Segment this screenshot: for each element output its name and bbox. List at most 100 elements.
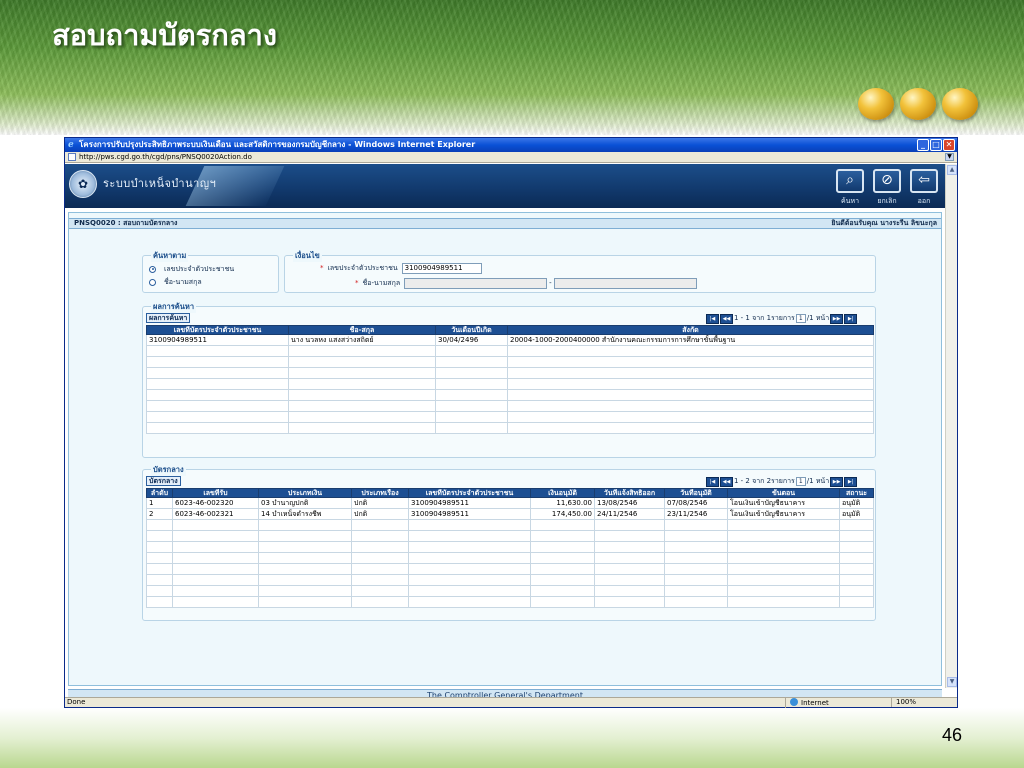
exit-button[interactable]: ⇦ (910, 169, 938, 193)
table-cell (727, 596, 840, 608)
table-cell (594, 541, 665, 553)
empty-table-row (146, 411, 874, 423)
table-cell (351, 596, 409, 608)
column-header[interactable]: ประเภทเรื่อง (351, 488, 409, 498)
id-row: * เลขประจำตัวประชาชน (320, 262, 482, 274)
next-page-button[interactable]: ▶▶ (830, 476, 844, 487)
table-cell (530, 552, 595, 564)
vertical-scrollbar[interactable]: ▲ ▼ (945, 164, 957, 688)
scroll-down-icon[interactable]: ▼ (947, 677, 957, 687)
table-cell (258, 574, 352, 586)
column-header[interactable]: วันเดือนปีเกิด (435, 325, 508, 335)
search-by-id-option[interactable]: เลขประจำตัวประชาชน (149, 264, 234, 274)
table-cell (351, 585, 409, 597)
table-cell (146, 367, 289, 379)
table-cell (408, 519, 531, 531)
cards-tab[interactable]: บัตรกลาง (146, 476, 181, 486)
column-header[interactable]: เลขที่บัตรประจำตัวประชาชน (408, 488, 531, 498)
prev-page-button[interactable]: ◀◀ (720, 476, 733, 487)
orb-icon (858, 88, 894, 120)
table-cell: 3100904989511 (408, 497, 531, 509)
chevron-down-icon[interactable]: ▼ (945, 153, 954, 161)
table-cell (435, 356, 508, 368)
table-row[interactable]: 2 6023-46-002321 14 บำเหน็จดำรงชีพ ปกติ 3100… (146, 508, 874, 520)
table-cell (258, 519, 352, 531)
cards-page-input[interactable]: 1 (795, 477, 806, 486)
results-page-input[interactable]: 1 (795, 314, 806, 323)
table-cell (594, 596, 665, 608)
empty-table-row (146, 389, 874, 401)
slide-page-number: 46 (941, 725, 962, 745)
results-pager-text: 1 - 1 จาก 1รายการ (734, 314, 795, 322)
table-cell (530, 541, 595, 553)
table-cell: 11,630.00 (530, 497, 595, 509)
column-header[interactable]: เงินอนุมัติ (530, 488, 595, 498)
table-cell (839, 552, 874, 564)
table-cell (664, 596, 728, 608)
table-cell (664, 530, 728, 542)
column-header[interactable]: ลำดับ (146, 488, 173, 498)
radio-name[interactable] (149, 278, 156, 286)
table-cell: 03 บำนาญปกติ (258, 497, 352, 509)
maximize-button[interactable]: □ (930, 139, 942, 151)
close-button[interactable]: ✕ (943, 139, 955, 151)
column-header[interactable]: เลขที่รับ (172, 488, 259, 498)
column-header[interactable]: ชื่อ-สกุล (288, 325, 436, 335)
column-header[interactable]: สถานะ (839, 488, 874, 498)
table-cell (594, 563, 665, 575)
table-cell: ปกติ (351, 497, 409, 509)
citizen-id-input[interactable] (401, 262, 482, 274)
prev-page-button[interactable]: ◀◀ (720, 313, 733, 324)
table-cell (408, 574, 531, 586)
column-header[interactable]: สังกัด (507, 325, 874, 335)
radio-id[interactable] (149, 265, 156, 273)
address-url[interactable]: http://pws.cgd.go.th/cgd/pns/PNSQ0020Act… (79, 153, 252, 161)
table-cell (408, 596, 531, 608)
column-header[interactable]: วันที่แจ้งสิทธิออก (594, 488, 665, 498)
empty-table-row (146, 400, 874, 412)
cancel-button[interactable]: ⊘ (873, 169, 901, 193)
table-row[interactable]: 1 6023-46-002320 03 บำนาญปกติ ปกติ 310090498… (146, 497, 874, 509)
table-cell (146, 345, 289, 357)
cards-fieldset: บัตรกลาง บัตรกลาง |◀ ◀◀ 1 - 2 จาก 2รายกา… (142, 464, 876, 621)
minimize-button[interactable]: _ (917, 139, 929, 151)
search-by-name-option[interactable]: ชื่อ-นามสกุล (149, 277, 202, 287)
table-cell (258, 530, 352, 542)
table-cell: 3100904989511 (408, 508, 531, 520)
results-legend: ผลการค้นหา (151, 301, 197, 313)
search-button[interactable]: ⌕ (836, 169, 864, 193)
results-table: เลขที่บัตรประจำตัวประชาชน ชื่อ-สกุล วันเดื… (146, 325, 874, 434)
table-cell (258, 541, 352, 553)
results-tab[interactable]: ผลการค้นหา (146, 313, 191, 323)
last-page-button[interactable]: ▶| (844, 476, 858, 487)
name-label: ชื่อ-นามสกุล (362, 278, 401, 287)
scroll-up-icon[interactable]: ▲ (947, 165, 957, 175)
table-cell (172, 552, 259, 564)
zoom-level[interactable]: 100% (891, 698, 957, 707)
last-name-input[interactable] (553, 277, 697, 289)
empty-table-row (146, 422, 874, 434)
table-cell (839, 596, 874, 608)
table-cell (258, 563, 352, 575)
column-header[interactable]: ขั้นตอน (727, 488, 840, 498)
security-zone: Internet (785, 698, 885, 708)
first-page-button[interactable]: |◀ (706, 476, 719, 487)
table-cell (172, 574, 259, 586)
column-header[interactable]: ประเภทเงิน (258, 488, 352, 498)
cards-table: ลำดับ เลขที่รับ ประเภทเงิน ประเภทเรื่อง เลขท… (146, 488, 874, 608)
first-name-input[interactable] (404, 277, 548, 289)
next-page-button[interactable]: ▶▶ (830, 313, 844, 324)
table-cell (594, 552, 665, 564)
last-page-button[interactable]: ▶| (844, 313, 858, 324)
address-bar[interactable]: http://pws.cgd.go.th/cgd/pns/PNSQ0020Act… (65, 152, 957, 163)
name-row: * ชื่อ-นามสกุล - (355, 277, 697, 289)
table-cell (839, 530, 874, 542)
table-cell (146, 530, 173, 542)
column-header[interactable]: วันที่อนุมัติ (664, 488, 728, 498)
column-header[interactable]: เลขที่บัตรประจำตัวประชาชน (146, 325, 289, 335)
table-cell (288, 345, 436, 357)
first-page-button[interactable]: |◀ (706, 313, 719, 324)
table-cell (258, 596, 352, 608)
table-row[interactable]: 3100904989511 นาง นวลหง แสงสว่างสถิตย์ 30/… (146, 334, 874, 346)
table-cell (594, 574, 665, 586)
